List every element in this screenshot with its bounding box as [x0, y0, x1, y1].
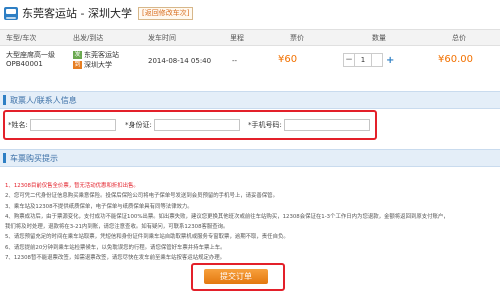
note-item: 2、您可凭二代身份证信息购买乘意保险。投保后保险公司将电子保单号发送到会员预留的…: [5, 193, 278, 200]
section-marker-icon: [3, 95, 6, 105]
ticket-row: 大型座席高一级 OPB40001 发东莞客运站 到深圳大学 2014-08-14…: [0, 45, 500, 81]
col-depart-time: 发车时间: [148, 34, 176, 42]
name-field-group: *姓名:: [8, 119, 116, 131]
bus-info: 大型座席高一级 OPB40001: [6, 51, 55, 69]
col-price: 票价: [290, 34, 304, 42]
purchase-notes: 1、12308目前仅售全价票，暂无活动优惠和折扣出售。 2、您可凭二代身份证信息…: [5, 181, 497, 263]
qty-increase-button[interactable]: +: [386, 55, 394, 66]
passenger-section-title: 取票人/联系人信息: [10, 96, 77, 105]
col-bus-type: 车型/车次: [6, 34, 37, 42]
submit-highlight: 提交订单: [191, 263, 285, 291]
col-distance: 里程: [230, 34, 244, 42]
phone-input[interactable]: [283, 119, 370, 131]
note-item: 3、乘车站及12308不提供纸质保单，电子保单与纸质保单具有同等法律效力。: [5, 203, 193, 210]
total-price: ¥60.00: [438, 54, 473, 65]
distance: --: [232, 57, 238, 65]
route-title: 东莞客运站 - 深圳大学: [22, 7, 132, 20]
name-label: *姓名:: [8, 121, 28, 129]
note-item: 我们将及时处理，退款将在3-21内到账，请您注意查收。如有疑问，可联系12308…: [5, 224, 229, 231]
bus-type: 大型座席高一级: [6, 51, 55, 59]
phone-label: *手机号码:: [248, 121, 282, 129]
note-item: 1、12308目前仅售全价票，暂无活动优惠和折扣出售。: [5, 183, 139, 189]
note-item: 7、12308暂不能退票改签，如需退票改签，请您尽快在发车前至乘车站按客运站规定…: [5, 255, 226, 262]
page-header: 东莞客运站 - 深圳大学 [返回修改车次]: [4, 4, 194, 22]
name-input[interactable]: [29, 119, 116, 131]
notes-section-title: 车票购买提示: [10, 154, 58, 163]
unit-price: ¥60: [278, 54, 298, 65]
passenger-form: *姓名: *身份证: *手机号码:: [3, 110, 377, 140]
submit-order-button[interactable]: 提交订单: [204, 269, 268, 284]
notes-section-bar: 车票购买提示: [0, 149, 500, 167]
arrive-tag: 到: [73, 61, 82, 69]
qty-decrease-button[interactable]: −: [344, 54, 354, 66]
id-label: *身份证:: [125, 121, 152, 129]
ticket-table-header: 车型/车次 出发/到达 发车时间 里程 票价 数量 总价: [0, 29, 500, 46]
bus-number: OPB40001: [6, 60, 43, 68]
bus-icon: [4, 6, 18, 20]
id-field-group: *身份证:: [125, 119, 240, 131]
note-item: 5、请您预留充足的时间在乘车站取票，凭短信和身份证件到乘车站自助取票机或服务专窗…: [5, 234, 289, 241]
passenger-section-bar: 取票人/联系人信息: [0, 91, 500, 109]
note-item: 4、购票成功后，由于票源变化，支付成功不能保证100%出票。如出票失败，建议您更…: [5, 213, 449, 220]
depart-tag: 发: [73, 51, 82, 59]
arrive-station: 深圳大学: [84, 61, 112, 69]
qty-input[interactable]: 1: [354, 54, 372, 66]
section-marker-icon: [3, 153, 6, 163]
depart-time: 2014-08-14 05:40: [148, 57, 212, 65]
stations: 发东莞客运站 到深圳大学: [73, 50, 119, 70]
modify-trip-link[interactable]: [返回修改车次]: [137, 6, 194, 20]
depart-station: 东莞客运站: [84, 51, 119, 59]
id-card-input[interactable]: [153, 119, 240, 131]
quantity-stepper: − 1 +: [343, 53, 394, 67]
col-quantity: 数量: [372, 34, 386, 42]
phone-field-group: *手机号码:: [248, 119, 370, 131]
col-total: 总价: [452, 34, 466, 42]
note-item: 6、请您提前20分钟到乘车站检票候车，以免耽误您的行程。请您保管好车票并持车票上…: [5, 244, 226, 251]
col-depart-arrive: 出发/到达: [73, 34, 104, 42]
